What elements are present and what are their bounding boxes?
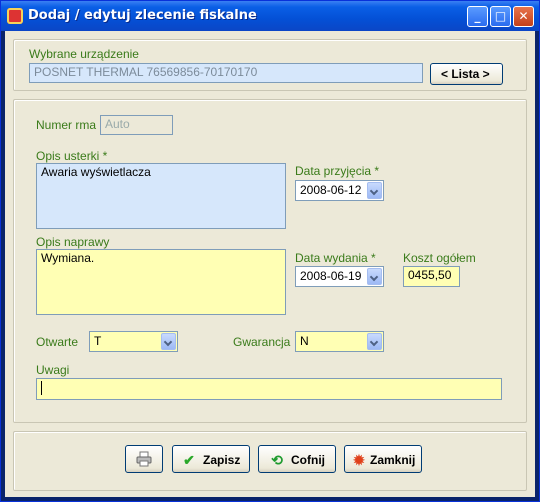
text-cursor [41,380,42,395]
save-label: Zapisz [203,453,241,467]
opis-usterki-textarea[interactable]: Awaria wyświetlacza [36,163,286,229]
gwarancja-label: Gwarancja [233,335,291,349]
save-button[interactable]: ✔ Zapisz [172,445,250,473]
chevron-down-icon[interactable] [161,333,176,350]
numer-rma-label: Numer rma [36,118,97,132]
close-button[interactable]: ✹ Zamknij [344,445,422,473]
dialog-window: Dodaj / edytuj zlecenie fiskalne _ □ ✕ W… [0,0,540,502]
koszt-label: Koszt ogółem [403,251,476,265]
dialog-client: Wybrane urządzenie POSNET THERMAL 765698… [5,31,535,497]
opis-naprawy-label: Opis naprawy [36,235,110,249]
chevron-down-icon[interactable] [367,268,382,285]
opis-naprawy-textarea[interactable]: Wymiana. [36,249,286,315]
chevron-down-icon[interactable] [367,182,382,199]
refresh-icon: ⟲ [271,452,283,468]
button-panel: ✔ Zapisz ⟲ Cofnij ✹ Zamknij [13,431,527,491]
data-wydania-value: 2008-06-19 [300,269,362,283]
printer-icon [136,451,152,467]
uwagi-label: Uwagi [36,363,70,377]
koszt-field[interactable]: 0455,50 [403,266,460,287]
gwarancja-value: N [300,334,309,348]
otwarte-label: Otwarte [36,335,79,349]
data-wydania-picker[interactable]: 2008-06-19 [295,266,384,287]
device-panel: Wybrane urządzenie POSNET THERMAL 765698… [13,39,527,91]
print-button[interactable] [125,445,163,473]
undo-label: Cofnij [291,453,325,467]
title-bar[interactable]: Dodaj / edytuj zlecenie fiskalne _ □ ✕ [1,1,539,31]
device-field[interactable]: POSNET THERMAL 76569856-70170170 [29,63,423,83]
close-label: Zamknij [370,453,416,467]
otwarte-select[interactable]: T [89,331,178,352]
close-window-button[interactable]: ✕ [513,6,534,27]
data-przyjecia-value: 2008-06-12 [300,183,362,197]
device-label: Wybrane urządzenie [29,47,139,61]
app-icon [7,8,23,24]
numer-rma-field[interactable]: Auto [100,115,173,135]
minimize-button[interactable]: _ [467,6,488,27]
data-wydania-label: Data wydania * [295,251,376,265]
undo-button[interactable]: ⟲ Cofnij [258,445,336,473]
stop-icon: ✹ [353,452,365,468]
check-icon: ✔ [183,452,195,468]
window-title: Dodaj / edytuj zlecenie fiskalne [28,8,257,23]
gwarancja-select[interactable]: N [295,331,384,352]
uwagi-field[interactable] [36,378,502,400]
chevron-down-icon[interactable] [367,333,382,350]
data-przyjecia-label: Data przyjęcia * [295,164,380,178]
maximize-button[interactable]: □ [490,6,511,27]
list-button-label: < Lista > [441,67,490,81]
data-przyjecia-picker[interactable]: 2008-06-12 [295,180,384,201]
form-panel: Numer rma Auto Opis usterki * Awaria wyś… [13,99,527,423]
list-button[interactable]: < Lista > [430,63,503,85]
otwarte-value: T [94,334,102,348]
opis-usterki-label: Opis usterki * [36,149,108,163]
